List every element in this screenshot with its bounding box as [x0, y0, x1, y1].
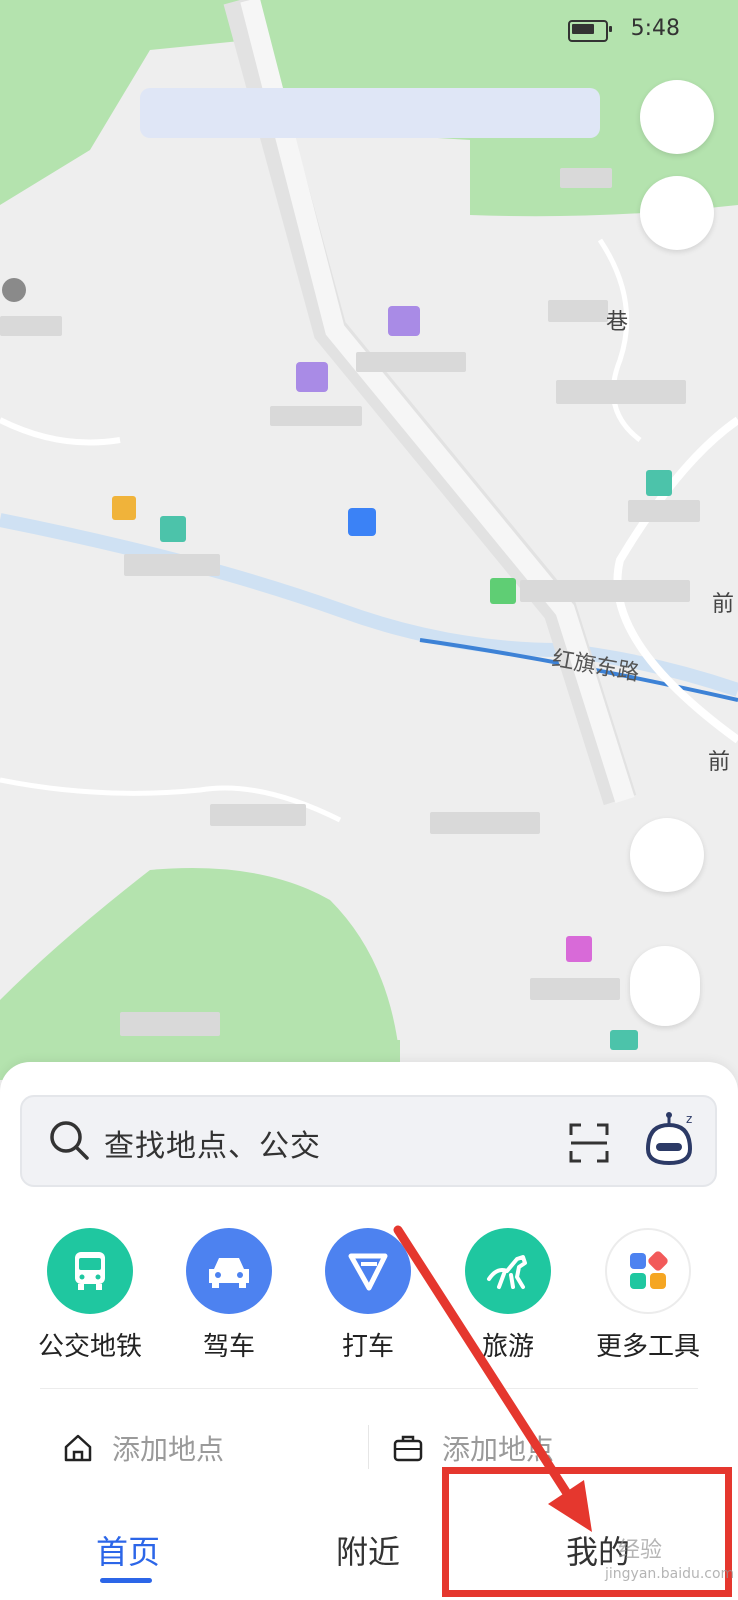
place-label: 添加地点	[442, 1433, 555, 1466]
search-input[interactable]: 查找地点、公交	[104, 1121, 321, 1165]
shortcut-drive[interactable]: 驾车	[164, 1228, 294, 1363]
shortcut-label: 公交地铁	[37, 1332, 142, 1362]
map-tool-button[interactable]	[640, 176, 714, 250]
status-bar: 5:48	[0, 10, 738, 50]
shortcut-label: 更多工具	[595, 1332, 700, 1362]
map-label: 前	[712, 592, 735, 617]
shortcut-bus[interactable]: 公交地铁	[25, 1228, 155, 1363]
svg-text:z: z	[686, 1112, 692, 1126]
map-label: 巷	[606, 310, 629, 335]
shortcut-label: 旅游	[481, 1332, 534, 1362]
shortcut-travel[interactable]: 旅游	[443, 1228, 573, 1363]
divider	[40, 1388, 698, 1389]
home-icon	[64, 1434, 92, 1462]
shortcut-label: 打车	[341, 1332, 394, 1362]
car-icon	[186, 1228, 272, 1314]
shortcut-taxi[interactable]: 打车	[303, 1228, 433, 1363]
search-icon	[50, 1121, 89, 1160]
layers-button[interactable]	[640, 80, 714, 154]
search-bar[interactable]: 查找地点、公交 z	[20, 1095, 717, 1187]
watermark-text: 经验	[618, 1538, 663, 1563]
place-label: 添加地点	[112, 1433, 225, 1466]
map-label: 前	[708, 750, 731, 775]
add-home-place[interactable]: 添加地点	[62, 1428, 224, 1468]
add-work-place[interactable]: 添加地点	[392, 1428, 554, 1468]
scan-icon[interactable]	[567, 1121, 611, 1165]
divider	[368, 1425, 369, 1469]
briefcase-icon	[393, 1435, 423, 1462]
tab-nearby[interactable]: 附近	[336, 1527, 400, 1573]
watermark-url: jingyan.baidu.com	[605, 1566, 735, 1582]
shortcut-more-tools[interactable]: 更多工具	[583, 1228, 713, 1363]
zoom-control[interactable]	[630, 946, 700, 1026]
horse-icon	[465, 1228, 551, 1314]
shortcut-label: 驾车	[202, 1332, 255, 1362]
active-tab-indicator	[100, 1578, 152, 1583]
assistant-icon[interactable]: z	[640, 1109, 698, 1173]
battery-icon	[568, 20, 612, 42]
status-time: 5:48	[630, 16, 680, 41]
bus-icon	[47, 1228, 133, 1314]
grid-icon	[605, 1228, 691, 1314]
locate-button[interactable]	[630, 818, 704, 892]
tab-home[interactable]: 首页	[96, 1527, 160, 1573]
taxi-icon	[325, 1228, 411, 1314]
